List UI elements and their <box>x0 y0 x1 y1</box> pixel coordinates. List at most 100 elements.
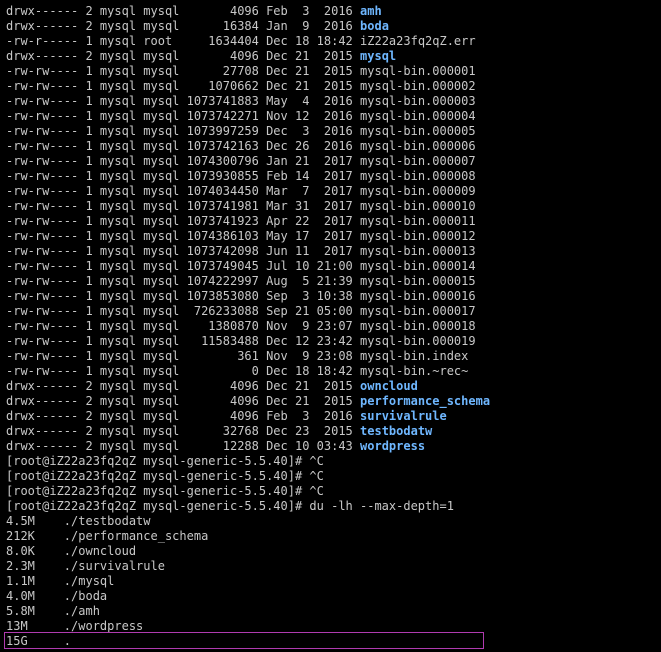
shell-prompt-line: [root@iZ22a23fq2qZ mysql-generic-5.5.40]… <box>6 454 324 468</box>
listing-row: -rw-rw---- 1 mysql mysql 27708 Dec 21 20… <box>6 64 661 79</box>
listing-row: -rw-rw---- 1 mysql mysql 1073742271 Nov … <box>6 109 661 124</box>
file-name: mysql-bin.000006 <box>360 139 476 153</box>
file-name: mysql-bin.000011 <box>360 214 476 228</box>
listing-row: -rw-rw---- 1 mysql mysql 11583488 Dec 12… <box>6 334 661 349</box>
file-meta: -rw-rw---- 1 mysql mysql 1073930855 Feb … <box>6 169 361 183</box>
file-meta: drwx------ 2 mysql mysql 4096 Dec 21 201… <box>6 379 361 393</box>
listing-row: -rw-rw---- 1 mysql mysql 1073853080 Sep … <box>6 289 661 304</box>
du-output-row: 2.3M ./survivalrule <box>6 559 165 573</box>
du-output-row: 212K ./performance_schema <box>6 529 209 543</box>
file-meta: -rw-rw---- 1 mysql mysql 0 Dec 18 18:42 <box>6 364 361 378</box>
shell-prompt-line: [root@iZ22a23fq2qZ mysql-generic-5.5.40]… <box>6 469 324 483</box>
listing-row: -rw-r----- 1 mysql root 1634404 Dec 18 1… <box>6 34 661 49</box>
file-name: iZ22a23fq2qZ.err <box>360 34 476 48</box>
listing-row: drwx------ 2 mysql mysql 4096 Feb 3 2016… <box>6 409 661 424</box>
selection-highlight-box <box>4 632 484 649</box>
listing-row: -rw-rw---- 1 mysql mysql 1073741923 Apr … <box>6 214 661 229</box>
listing-row: drwx------ 2 mysql mysql 32768 Dec 23 20… <box>6 424 661 439</box>
file-name: mysql-bin.000016 <box>360 289 476 303</box>
file-meta: drwx------ 2 mysql mysql 12288 Dec 10 03… <box>6 439 361 453</box>
file-name: mysql-bin.000004 <box>360 109 476 123</box>
file-meta: -rw-r----- 1 mysql root 1634404 Dec 18 1… <box>6 34 361 48</box>
file-meta: -rw-rw---- 1 mysql mysql 1073749045 Jul … <box>6 259 361 273</box>
file-meta: -rw-rw---- 1 mysql mysql 1070662 Dec 21 … <box>6 79 361 93</box>
terminal-output: drwx------ 2 mysql mysql 4096 Feb 3 2016… <box>6 4 661 649</box>
listing-row: -rw-rw---- 1 mysql mysql 1070662 Dec 21 … <box>6 79 661 94</box>
listing-row: -rw-rw---- 1 mysql mysql 1074386103 May … <box>6 229 661 244</box>
file-meta: -rw-rw---- 1 mysql mysql 1380870 Nov 9 2… <box>6 319 361 333</box>
file-meta: -rw-rw---- 1 mysql mysql 1073741883 May … <box>6 94 361 108</box>
listing-row: -rw-rw---- 1 mysql mysql 1380870 Nov 9 2… <box>6 319 661 334</box>
file-meta: -rw-rw---- 1 mysql mysql 11583488 Dec 12… <box>6 334 361 348</box>
file-meta: -rw-rw---- 1 mysql mysql 1074300796 Jan … <box>6 154 361 168</box>
file-meta: -rw-rw---- 1 mysql mysql 1074034450 Mar … <box>6 184 361 198</box>
listing-row: -rw-rw---- 1 mysql mysql 726233088 Sep 2… <box>6 304 661 319</box>
du-output-row: 4.5M ./testbodatw <box>6 514 151 528</box>
listing-row: -rw-rw---- 1 mysql mysql 0 Dec 18 18:42 … <box>6 364 661 379</box>
file-meta: -rw-rw---- 1 mysql mysql 361 Nov 9 23:08 <box>6 349 361 363</box>
file-meta: -rw-rw---- 1 mysql mysql 1073741981 Mar … <box>6 199 361 213</box>
file-meta: -rw-rw---- 1 mysql mysql 27708 Dec 21 20… <box>6 64 361 78</box>
file-meta: -rw-rw---- 1 mysql mysql 726233088 Sep 2… <box>6 304 361 318</box>
file-name: mysql-bin.000003 <box>360 94 476 108</box>
file-name: mysql-bin.000010 <box>360 199 476 213</box>
file-name: mysql-bin.000013 <box>360 244 476 258</box>
du-output-row: 4.0M ./boda <box>6 589 108 603</box>
file-name: mysql-bin.000007 <box>360 154 476 168</box>
file-name: mysql-bin.000001 <box>360 64 476 78</box>
file-meta: -rw-rw---- 1 mysql mysql 1074222997 Aug … <box>6 274 361 288</box>
listing-row: drwx------ 2 mysql mysql 4096 Feb 3 2016… <box>6 4 661 19</box>
file-meta: -rw-rw---- 1 mysql mysql 1073742271 Nov … <box>6 109 361 123</box>
du-output-row: 1.1M ./mysql <box>6 574 115 588</box>
file-meta: drwx------ 2 mysql mysql 32768 Dec 23 20… <box>6 424 361 438</box>
listing-row: -rw-rw---- 1 mysql mysql 1074034450 Mar … <box>6 184 661 199</box>
file-meta: drwx------ 2 mysql mysql 16384 Jan 9 201… <box>6 19 361 33</box>
listing-row: drwx------ 2 mysql mysql 4096 Dec 21 201… <box>6 394 661 409</box>
directory-name: amh <box>360 4 382 18</box>
listing-row: -rw-rw---- 1 mysql mysql 1073930855 Feb … <box>6 169 661 184</box>
file-name: mysql-bin.000008 <box>360 169 476 183</box>
listing-row: -rw-rw---- 1 mysql mysql 1073741883 May … <box>6 94 661 109</box>
file-name: mysql-bin.000018 <box>360 319 476 333</box>
file-name: mysql-bin.000002 <box>360 79 476 93</box>
directory-name: testbodatw <box>360 424 433 438</box>
file-name: mysql-bin.000005 <box>360 124 476 138</box>
file-meta: -rw-rw---- 1 mysql mysql 1073853080 Sep … <box>6 289 361 303</box>
shell-prompt-line: [root@iZ22a23fq2qZ mysql-generic-5.5.40]… <box>6 484 324 498</box>
listing-row: -rw-rw---- 1 mysql mysql 1073742098 Jun … <box>6 244 661 259</box>
listing-row: -rw-rw---- 1 mysql mysql 1073742163 Dec … <box>6 139 661 154</box>
listing-row: drwx------ 2 mysql mysql 16384 Jan 9 201… <box>6 19 661 34</box>
directory-name: boda <box>360 19 389 33</box>
file-name: mysql-bin.index <box>360 349 469 363</box>
file-meta: -rw-rw---- 1 mysql mysql 1074386103 May … <box>6 229 361 243</box>
listing-row: drwx------ 2 mysql mysql 12288 Dec 10 03… <box>6 439 661 454</box>
file-meta: drwx------ 2 mysql mysql 4096 Dec 21 201… <box>6 394 361 408</box>
file-meta: -rw-rw---- 1 mysql mysql 1073742098 Jun … <box>6 244 361 258</box>
listing-row: -rw-rw---- 1 mysql mysql 1074300796 Jan … <box>6 154 661 169</box>
file-meta: -rw-rw---- 1 mysql mysql 1073742163 Dec … <box>6 139 361 153</box>
file-meta: drwx------ 2 mysql mysql 4096 Dec 21 201… <box>6 49 361 63</box>
du-output-row: 8.0K ./owncloud <box>6 544 137 558</box>
file-name: mysql-bin.000019 <box>360 334 476 348</box>
file-meta: drwx------ 2 mysql mysql 4096 Feb 3 2016 <box>6 4 361 18</box>
file-name: mysql-bin.000009 <box>360 184 476 198</box>
listing-row: drwx------ 2 mysql mysql 4096 Dec 21 201… <box>6 379 661 394</box>
file-name: mysql-bin.~rec~ <box>360 364 469 378</box>
listing-row: -rw-rw---- 1 mysql mysql 1074222997 Aug … <box>6 274 661 289</box>
directory-name: mysql <box>360 49 397 63</box>
listing-row: -rw-rw---- 1 mysql mysql 1073749045 Jul … <box>6 259 661 274</box>
directory-name: wordpress <box>360 439 426 453</box>
listing-row: drwx------ 2 mysql mysql 4096 Dec 21 201… <box>6 49 661 64</box>
directory-name: owncloud <box>360 379 418 393</box>
shell-command-line: [root@iZ22a23fq2qZ mysql-generic-5.5.40]… <box>6 499 454 513</box>
terminal-window[interactable]: drwx------ 2 mysql mysql 4096 Feb 3 2016… <box>0 0 661 652</box>
directory-name: survivalrule <box>360 409 447 423</box>
directory-name: performance_schema <box>360 394 491 408</box>
du-output-row: 5.8M ./amh <box>6 604 100 618</box>
listing-row: -rw-rw---- 1 mysql mysql 1073997259 Dec … <box>6 124 661 139</box>
file-meta: drwx------ 2 mysql mysql 4096 Feb 3 2016 <box>6 409 361 423</box>
listing-row: -rw-rw---- 1 mysql mysql 361 Nov 9 23:08… <box>6 349 661 364</box>
file-name: mysql-bin.000012 <box>360 229 476 243</box>
file-name: mysql-bin.000015 <box>360 274 476 288</box>
file-meta: -rw-rw---- 1 mysql mysql 1073741923 Apr … <box>6 214 361 228</box>
